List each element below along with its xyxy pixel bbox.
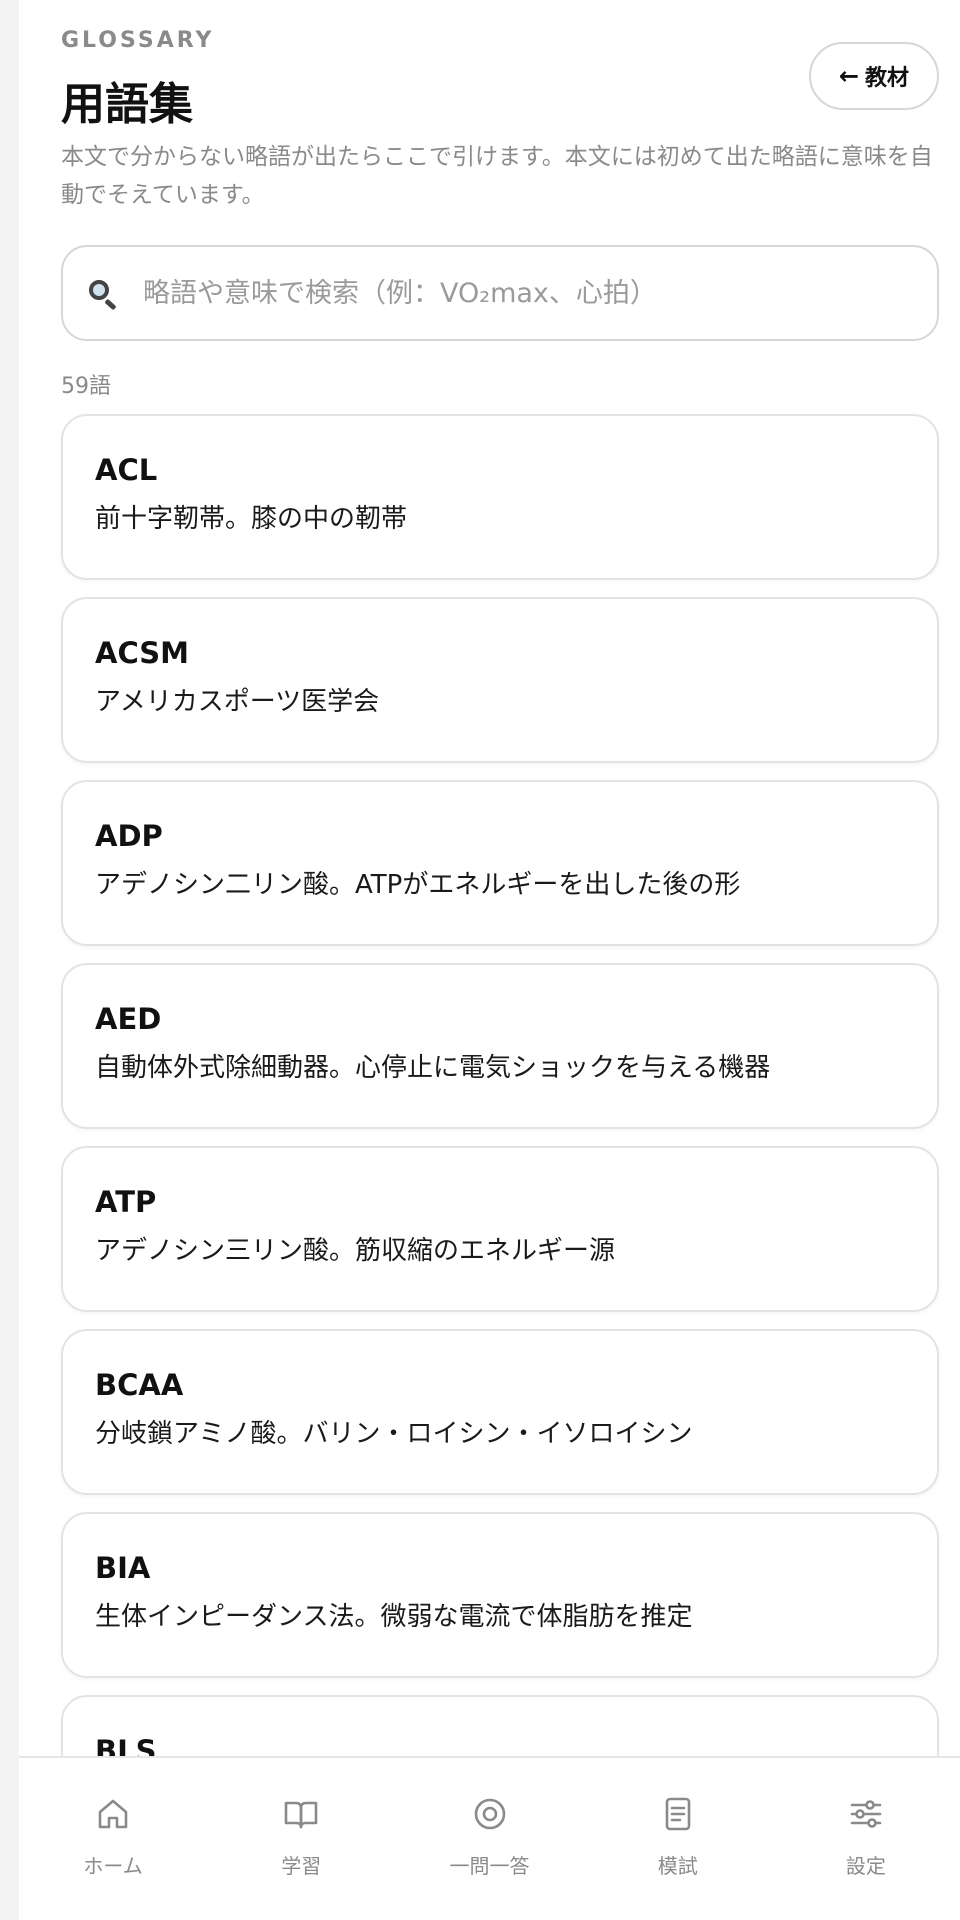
target-icon	[470, 1794, 510, 1834]
app-screen: GLOSSARY 用語集 ← 教材 本文で分からない略語が出たらここで引けます。…	[19, 0, 960, 1920]
nav-label-mock-exam: 模試	[657, 1854, 698, 1878]
back-to-materials-button[interactable]: ← 教材	[809, 42, 939, 110]
term-abbreviation: BLS	[95, 1734, 157, 1756]
nav-item-study[interactable]: 学習	[207, 1758, 395, 1920]
term-card-bia[interactable]: BIA 生体インピーダンス法。微弱な電流で体脂肪を推定	[61, 1512, 939, 1678]
term-abbreviation: BCAA	[95, 1368, 184, 1402]
term-list: ACL 前十字靭帯。膝の中の靭帯 ACSM アメリカスポーツ医学会 ADP アデ…	[61, 414, 939, 1756]
term-abbreviation: BIA	[95, 1551, 151, 1585]
bottom-nav: ホーム 学習 一問一答 模試 設定	[19, 1756, 960, 1920]
term-definition: 分岐鎖アミノ酸。バリン・ロイシン・イソロイシン	[95, 1419, 693, 1449]
term-card-bls[interactable]: BLS	[61, 1695, 939, 1756]
back-button-label: 教材	[865, 66, 910, 91]
glossary-page: GLOSSARY 用語集 ← 教材 本文で分からない略語が出たらここで引けます。…	[19, 0, 960, 1756]
home-icon	[93, 1794, 133, 1834]
page-description: 本文で分からない略語が出たらここで引けます。本文には初めて出た略語に意味を自動で…	[61, 144, 933, 208]
page-eyebrow: GLOSSARY	[61, 28, 215, 53]
nav-item-settings[interactable]: 設定	[772, 1758, 960, 1920]
nav-item-home[interactable]: ホーム	[19, 1758, 207, 1920]
term-definition: アデノシン三リン酸。筋収縮のエネルギー源	[95, 1236, 616, 1266]
nav-label-home: ホーム	[83, 1854, 143, 1878]
back-arrow-icon: ←	[838, 62, 860, 90]
term-card-aed[interactable]: AED 自動体外式除細動器。心停止に電気ショックを与える機器	[61, 963, 939, 1129]
term-abbreviation: ATP	[95, 1185, 157, 1219]
search-box[interactable]	[61, 245, 939, 341]
book-icon	[281, 1794, 321, 1834]
term-card-acl[interactable]: ACL 前十字靭帯。膝の中の靭帯	[61, 414, 939, 580]
term-abbreviation: ACSM	[95, 636, 190, 670]
term-abbreviation: AED	[95, 1002, 162, 1036]
nav-label-study: 学習	[281, 1854, 322, 1878]
term-card-atp[interactable]: ATP アデノシン三リン酸。筋収縮のエネルギー源	[61, 1146, 939, 1312]
term-abbreviation: ADP	[95, 819, 163, 853]
search-icon	[87, 276, 121, 311]
nav-label-quiz: 一問一答	[449, 1854, 530, 1878]
term-card-bcaa[interactable]: BCAA 分岐鎖アミノ酸。バリン・ロイシン・イソロイシン	[61, 1329, 939, 1495]
term-card-adp[interactable]: ADP アデノシン二リン酸。ATPがエネルギーを出した後の形	[61, 780, 939, 946]
nav-item-mock-exam[interactable]: 模試	[584, 1758, 772, 1920]
term-definition: 前十字靭帯。膝の中の靭帯	[95, 504, 408, 534]
search-input[interactable]	[143, 263, 903, 323]
document-icon	[658, 1794, 698, 1834]
page-title: 用語集	[61, 79, 193, 130]
term-definition: アデノシン二リン酸。ATPがエネルギーを出した後の形	[95, 870, 741, 900]
term-definition: 生体インピーダンス法。微弱な電流で体脂肪を推定	[95, 1602, 693, 1632]
term-card-acsm[interactable]: ACSM アメリカスポーツ医学会	[61, 597, 939, 763]
nav-item-quiz[interactable]: 一問一答	[395, 1758, 583, 1920]
term-definition: アメリカスポーツ医学会	[95, 687, 380, 717]
sliders-icon	[846, 1794, 886, 1834]
term-abbreviation: ACL	[95, 453, 158, 487]
term-definition: 自動体外式除細動器。心停止に電気ショックを与える機器	[95, 1053, 771, 1083]
nav-label-settings: 設定	[845, 1854, 886, 1878]
term-count: 59語	[61, 374, 111, 399]
